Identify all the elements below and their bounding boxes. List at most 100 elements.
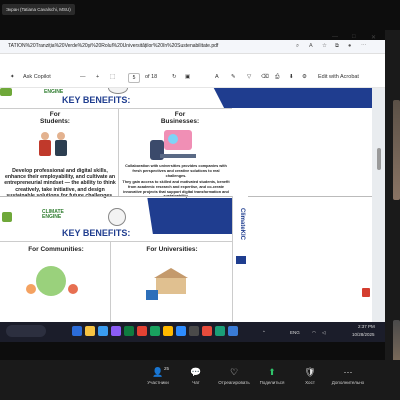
user-button[interactable]: 👤 25 Участники: [138, 366, 178, 385]
students-benefits-text: Develop professional and digital skills,…: [4, 168, 116, 199]
more-button[interactable]: ⋯ Дополнительно: [328, 366, 368, 385]
profile-icon[interactable]: ●: [348, 43, 351, 49]
erase-icon[interactable]: ⌫: [261, 74, 269, 80]
taskbar-search[interactable]: [6, 325, 46, 337]
host-tools-button[interactable]: 🛡 Хост: [290, 366, 330, 385]
taskbar-app-icon[interactable]: [72, 326, 82, 336]
participant-count-badge: 25: [164, 366, 170, 371]
participant-video-2[interactable]: [393, 320, 400, 362]
eu-flag-icon: [236, 256, 246, 264]
chat-icon: 💬: [190, 367, 202, 377]
universities-illustration: [146, 268, 196, 304]
ask-copilot-button[interactable]: Ask Copilot: [23, 74, 51, 80]
rotate-icon[interactable]: ↻: [172, 74, 177, 80]
user-icon: 👤: [152, 367, 164, 377]
address-bar[interactable]: TATION%20Tranziția%20Verde%20și%20Rolul%…: [0, 40, 385, 54]
extensions-icon[interactable]: ⧉: [335, 43, 339, 50]
title-banner-2: [147, 198, 232, 234]
volume-icon[interactable]: ◁: [322, 330, 325, 336]
zoom-in-button[interactable]: +: [96, 74, 99, 80]
maximize-button[interactable]: □: [352, 34, 356, 40]
language-indicator[interactable]: ENG: [290, 330, 300, 335]
page-number-input[interactable]: 5: [128, 73, 140, 83]
participant-video-1[interactable]: [393, 100, 400, 200]
zoom-out-button[interactable]: —: [80, 74, 86, 80]
close-button[interactable]: ✕: [371, 34, 376, 41]
menu-icon[interactable]: ⋯: [361, 43, 367, 49]
engine-logo-text: ENGINE: [44, 89, 64, 95]
clock-time[interactable]: 2:37 PM: [358, 324, 375, 329]
taskbar-app-icon[interactable]: [137, 326, 147, 336]
host-tools-label: Хост: [305, 380, 315, 385]
page-total: of 18: [145, 74, 158, 80]
page-view-icon[interactable]: ▣: [185, 74, 190, 80]
communities-illustration: [22, 266, 82, 306]
row-divider: [0, 108, 232, 109]
screen-share-label[interactable]: Экран (Tatiana Cavalschi, MSU): [2, 4, 75, 15]
react-icon: ♡: [229, 367, 239, 377]
taskbar-app-icon[interactable]: [202, 326, 212, 336]
university-seal: [108, 88, 128, 94]
taskbar-app-icon[interactable]: [124, 326, 134, 336]
slide-title: KEY BENEFITS:: [62, 95, 131, 105]
chat-button[interactable]: 💬 Чат: [176, 366, 216, 385]
taskbar-app-icon[interactable]: [163, 326, 173, 336]
browser-window: TATION%20Tranziția%20Verde%20și%20Rolul%…: [0, 34, 385, 342]
copilot-icon[interactable]: ✦: [10, 74, 15, 80]
column-divider: [118, 108, 119, 196]
clock-date[interactable]: 10/28/2025: [352, 332, 375, 337]
taskbar-app-icon[interactable]: [111, 326, 121, 336]
fit-page-icon[interactable]: ⬚: [110, 74, 115, 80]
favorite-star-icon[interactable]: ☆: [322, 43, 327, 49]
host-tools-icon: 🛡: [304, 367, 316, 377]
taskbar-app-icon[interactable]: [215, 326, 225, 336]
save-icon[interactable]: ⬇: [289, 74, 294, 80]
taskbar-app-icon[interactable]: [150, 326, 160, 336]
title-banner: [213, 88, 372, 108]
businesses-heading: For Businesses:: [160, 111, 200, 125]
climate-kic-text: ClimateKIC: [239, 208, 245, 241]
url-text[interactable]: TATION%20Tranziția%20Verde%20și%20Rolul%…: [8, 43, 218, 49]
slide-title-2: KEY BENEFITS:: [62, 228, 131, 238]
share-label: Поделиться: [259, 380, 285, 385]
read-aloud-button-icon[interactable]: A: [215, 74, 219, 80]
taskbar-app-icon[interactable]: [98, 326, 108, 336]
businesses-benefits-text-1: Collaboration with universities provides…: [125, 164, 227, 178]
taskbar-app-icon[interactable]: [176, 326, 186, 336]
user-label: Участники: [147, 380, 169, 385]
students-heading: For Students:: [40, 111, 70, 125]
climate-engine-logo: CLIMATE ENGINE: [42, 209, 64, 220]
react-label: Отреагировать: [218, 380, 250, 385]
react-button[interactable]: ♡ Отреагировать: [214, 366, 254, 385]
edit-with-acrobat-button[interactable]: Edit with Acrobat: [318, 74, 359, 80]
pdf-page: ENGINE KEY BENEFITS: For Students: For B…: [0, 88, 372, 342]
search-icon[interactable]: ⌕: [296, 43, 299, 50]
taskbar-app-icon[interactable]: [85, 326, 95, 336]
university-seal-2: [108, 208, 126, 226]
chat-label: Чат: [192, 380, 200, 385]
row-divider-2: [0, 241, 232, 242]
screen: Экран (Tatiana Cavalschi, MSU) TATION%20…: [0, 0, 400, 400]
pdf-viewer[interactable]: ENGINE KEY BENEFITS: For Students: For B…: [0, 88, 385, 342]
students-illustration: [37, 132, 73, 160]
print-icon[interactable]: ⎙: [275, 74, 279, 81]
more-icon: ⋯: [343, 367, 353, 377]
logo-image: [0, 88, 12, 96]
tray-chevron-icon[interactable]: ⌃: [262, 330, 266, 336]
share-button[interactable]: ⬆ Поделиться: [252, 366, 292, 385]
acrobat-icon[interactable]: [362, 288, 370, 297]
draw-icon[interactable]: ✎: [231, 74, 236, 80]
taskbar-app-icon[interactable]: [189, 326, 199, 336]
taskbar-app-icon[interactable]: [228, 326, 238, 336]
read-aloud-icon[interactable]: A: [309, 43, 313, 49]
highlight-icon[interactable]: ▽: [247, 74, 251, 80]
more-tools-icon[interactable]: ⚙: [302, 74, 307, 80]
universities-heading: For Universities:: [146, 246, 198, 253]
pdf-toolbar: ✦ Ask Copilot — + ⬚ 5 of 18 ↻ ▣ A ✎ ▽ ⌫ …: [0, 70, 385, 88]
wifi-icon[interactable]: ◠: [312, 330, 316, 336]
more-label: Дополнительно: [331, 380, 365, 385]
minimize-button[interactable]: —: [332, 34, 338, 40]
scrollbar-thumb[interactable]: [377, 148, 381, 170]
businesses-illustration: [150, 130, 204, 162]
logo-image-2: [2, 212, 12, 222]
